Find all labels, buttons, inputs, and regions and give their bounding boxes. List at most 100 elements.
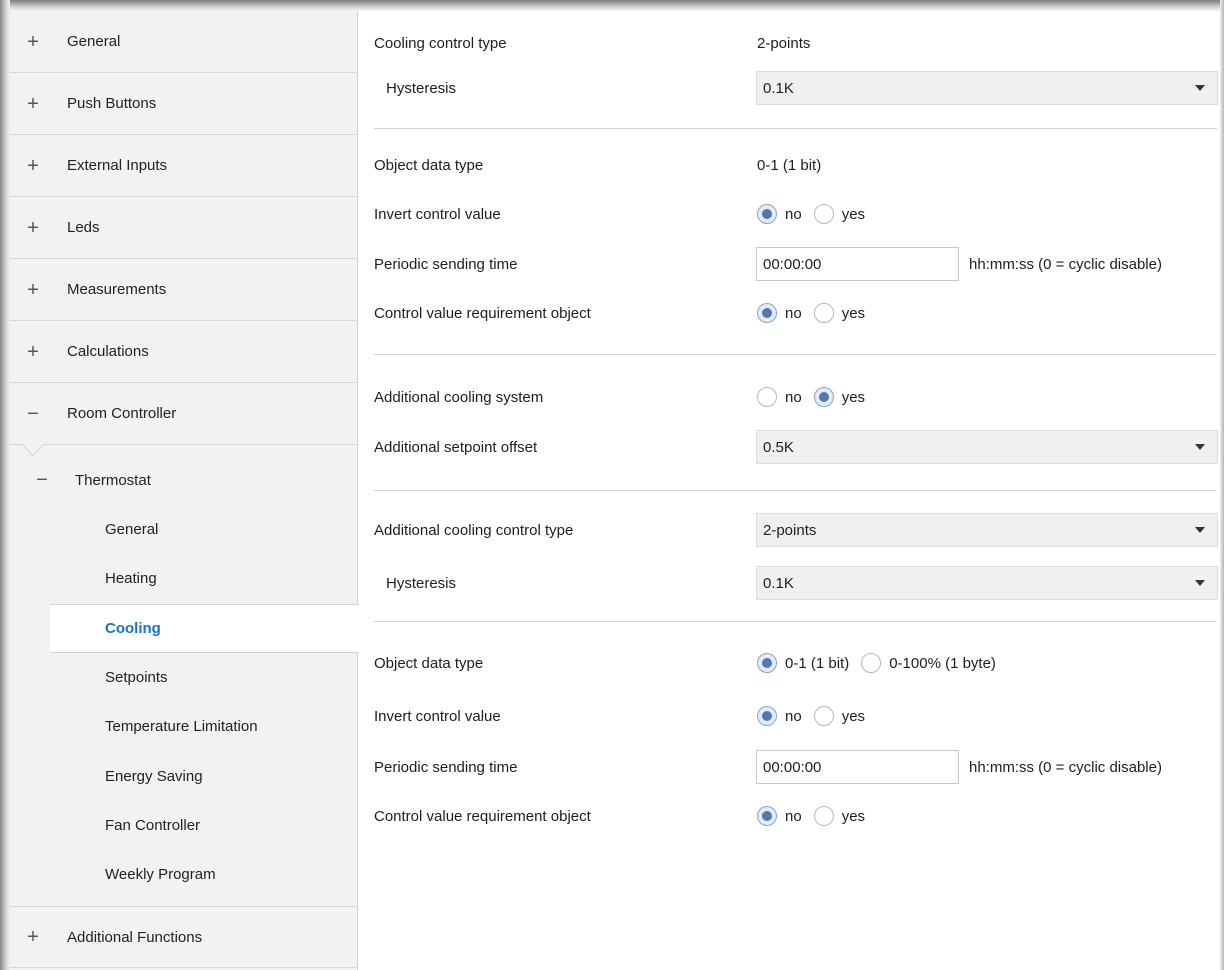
radio-option-yes[interactable]: yes xyxy=(813,303,866,323)
sidebar-item-room-controller[interactable]: − Room Controller xyxy=(10,383,358,445)
parameter-panel: Cooling control type 2-points Hysteresis… xyxy=(359,11,1220,970)
sidebar-item-label: Cooling xyxy=(105,620,161,637)
radio-button-checked[interactable] xyxy=(757,706,777,726)
radio-label: 0-100% (1 byte) xyxy=(889,654,996,672)
param-label: Object data type xyxy=(374,156,484,174)
param-cooling-control-type: Cooling control type 2-points xyxy=(359,23,1220,63)
radio-option-1byte[interactable]: 0-100% (1 byte) xyxy=(861,653,996,673)
section-divider xyxy=(374,490,1217,491)
hysteresis-dropdown[interactable]: 0.1K xyxy=(756,71,1218,105)
radio-option-yes[interactable]: yes xyxy=(813,204,865,224)
sidebar-item-general[interactable]: + General xyxy=(10,11,358,73)
hysteresis-dropdown[interactable]: 0.1K xyxy=(756,566,1218,600)
radio-button-checked[interactable] xyxy=(757,303,777,323)
radio-option-no[interactable]: no xyxy=(757,806,802,826)
param-additional-setpoint-offset: Additional setpoint offset 0.5K xyxy=(359,427,1220,467)
radio-option-no[interactable]: no xyxy=(757,387,802,407)
sidebar-item-label: Push Buttons xyxy=(67,95,157,112)
radio-label: 0-1 (1 bit) xyxy=(785,654,850,672)
param-hysteresis-1: Hysteresis 0.1K xyxy=(359,68,1220,108)
sidebar-item-label: Setpoints xyxy=(105,669,168,686)
dropdown-value: 2-points xyxy=(763,521,817,539)
dropdown-arrow-icon[interactable] xyxy=(1195,85,1205,91)
sidebar-item-additional-functions[interactable]: + Additional Functions xyxy=(10,906,358,968)
param-additional-cooling-control-type: Additional cooling control type 2-points xyxy=(359,510,1220,550)
dropdown-arrow-icon[interactable] xyxy=(1195,527,1205,533)
expand-icon[interactable]: + xyxy=(24,280,42,300)
input-value: 00:00:00 xyxy=(763,758,822,776)
section-divider xyxy=(374,128,1217,129)
sidebar-item-heating[interactable]: Heating xyxy=(10,554,358,603)
sidebar-item-label: Leds xyxy=(67,219,100,236)
radio-option-no[interactable]: no xyxy=(757,303,802,323)
sidebar-item-label: General xyxy=(105,521,159,538)
dropdown-arrow-icon[interactable] xyxy=(1195,580,1205,586)
sidebar-item-setpoints[interactable]: Setpoints xyxy=(10,653,358,702)
collapse-icon[interactable]: − xyxy=(33,469,51,492)
expand-icon[interactable]: + xyxy=(24,94,42,114)
sidebar-nav: + General + Push Buttons + External Inpu… xyxy=(10,11,359,970)
sidebar-item-measurements[interactable]: + Measurements xyxy=(10,259,358,321)
sidebar-item-energy-saving[interactable]: Energy Saving xyxy=(10,752,358,801)
radio-button[interactable] xyxy=(813,806,834,826)
sidebar-item-thermostat-general[interactable]: General xyxy=(10,505,358,554)
param-label: Control value requirement object xyxy=(374,807,591,825)
expand-icon[interactable]: + xyxy=(24,927,42,947)
param-label: Object data type xyxy=(374,654,484,672)
radio-option-no[interactable]: no xyxy=(757,706,802,726)
radio-option-no[interactable]: no xyxy=(757,204,802,224)
param-label: Invert control value xyxy=(374,205,501,223)
dropdown-arrow-icon[interactable] xyxy=(1195,444,1205,450)
sidebar-item-leds[interactable]: + Leds xyxy=(10,197,358,259)
radio-button-checked[interactable] xyxy=(757,806,777,826)
expand-icon[interactable]: + xyxy=(24,32,42,52)
setpoint-offset-dropdown[interactable]: 0.5K xyxy=(756,430,1218,464)
radio-button[interactable] xyxy=(813,706,834,726)
collapse-icon[interactable]: − xyxy=(24,404,42,424)
expand-icon[interactable]: + xyxy=(24,218,42,238)
radio-button-checked[interactable] xyxy=(757,204,777,224)
radio-option-1bit[interactable]: 0-1 (1 bit) xyxy=(757,653,849,673)
dropdown-value: 0.1K xyxy=(763,79,794,97)
radio-group: no yes xyxy=(757,204,877,224)
radio-button[interactable] xyxy=(861,653,882,673)
sidebar-item-external-inputs[interactable]: + External Inputs xyxy=(10,135,358,197)
sidebar-item-thermostat[interactable]: − Thermostat xyxy=(10,456,358,505)
sidebar-item-label: Temperature Limitation xyxy=(105,718,258,735)
sidebar-item-label: Calculations xyxy=(67,343,149,360)
sidebar-item-label: Room Controller xyxy=(67,405,177,422)
radio-button[interactable] xyxy=(813,204,834,224)
expand-icon[interactable]: + xyxy=(24,156,42,176)
sidebar-item-calculations[interactable]: + Calculations xyxy=(10,321,358,383)
sidebar-item-label: Measurements xyxy=(67,281,167,298)
radio-button-checked[interactable] xyxy=(757,653,777,673)
sidebar-item-cooling[interactable]: Cooling xyxy=(50,604,359,653)
input-value: 00:00:00 xyxy=(763,255,822,273)
radio-label: no xyxy=(785,388,802,406)
periodic-sending-time-input[interactable]: 00:00:00 xyxy=(756,750,959,784)
radio-button-checked[interactable] xyxy=(813,387,834,407)
param-invert-control-value-1: Invert control value no yes xyxy=(359,194,1220,234)
radio-label: no xyxy=(785,707,802,725)
app-window: + General + Push Buttons + External Inpu… xyxy=(0,0,1224,970)
radio-button[interactable] xyxy=(813,303,834,323)
control-type-dropdown[interactable]: 2-points xyxy=(756,513,1218,547)
sidebar-item-weekly-program[interactable]: Weekly Program xyxy=(10,850,358,899)
window-shadow-top xyxy=(0,0,1224,11)
radio-label: yes xyxy=(841,304,866,322)
sidebar-item-push-buttons[interactable]: + Push Buttons xyxy=(10,73,358,135)
window-shadow-right xyxy=(1220,0,1224,970)
periodic-sending-time-input[interactable]: 00:00:00 xyxy=(756,247,959,281)
sidebar-item-temperature-limitation[interactable]: Temperature Limitation xyxy=(10,702,358,751)
param-label: Cooling control type xyxy=(374,34,507,52)
param-label: Additional cooling system xyxy=(374,388,544,406)
radio-option-yes[interactable]: yes xyxy=(813,806,865,826)
sidebar-item-fan-controller[interactable]: Fan Controller xyxy=(10,801,358,850)
sidebar-item-label: Energy Saving xyxy=(105,768,203,785)
radio-option-yes[interactable]: yes xyxy=(813,387,865,407)
radio-option-yes[interactable]: yes xyxy=(813,706,865,726)
expand-icon[interactable]: + xyxy=(24,342,42,362)
radio-group: no yes xyxy=(757,806,877,826)
param-control-value-requirement-1: Control value requirement object no yes xyxy=(359,293,1220,333)
radio-button[interactable] xyxy=(757,387,777,407)
